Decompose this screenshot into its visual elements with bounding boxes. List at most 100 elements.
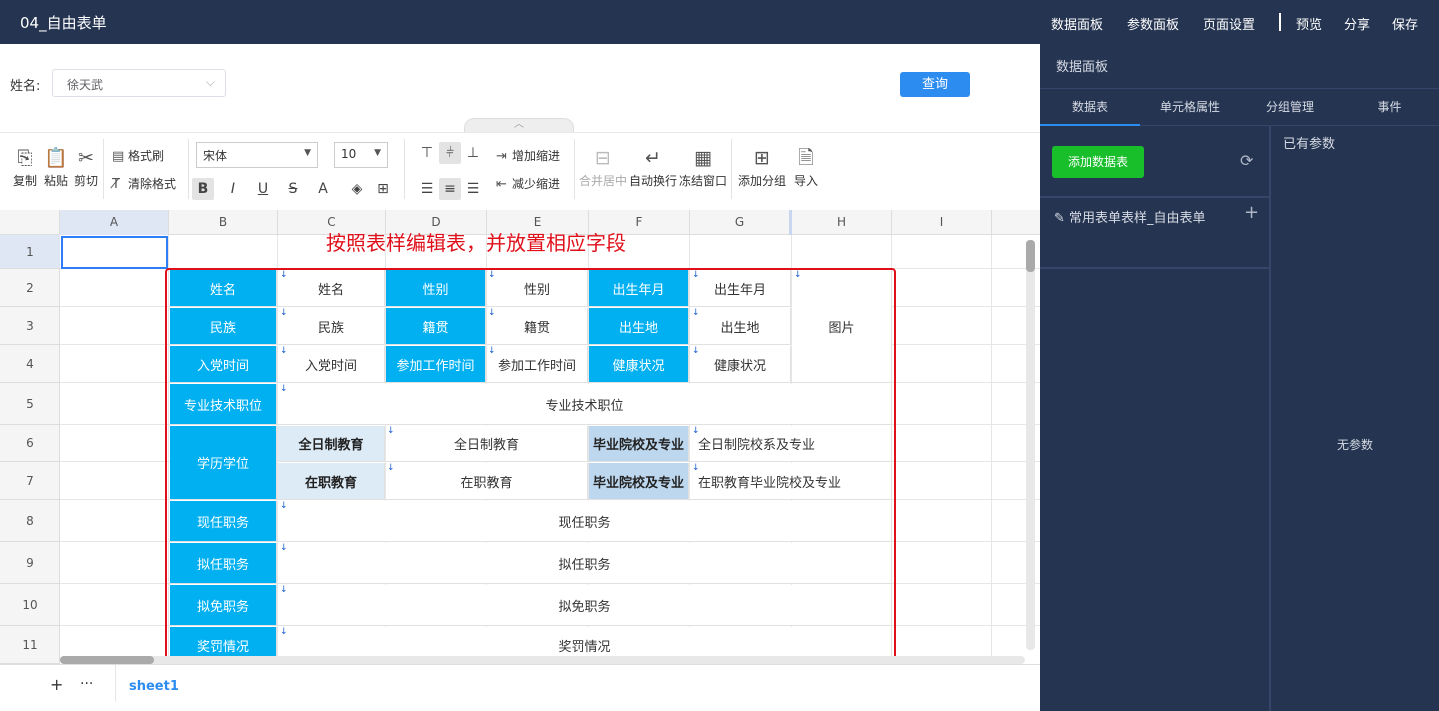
format-painter-button[interactable]: ▤ 格式刷 bbox=[112, 147, 164, 164]
merge-center-button[interactable]: ⊟ 合并居中 bbox=[578, 147, 628, 189]
copy-icon: ⎘ bbox=[17, 147, 33, 169]
chevron-down-icon: ⌵ bbox=[205, 75, 215, 89]
row-header-4[interactable]: 4 bbox=[0, 345, 60, 383]
column-header-i[interactable]: I bbox=[892, 210, 992, 235]
toolbar-divider bbox=[103, 139, 104, 199]
corner-cell[interactable] bbox=[0, 210, 60, 235]
tab-cell-properties[interactable]: 单元格属性 bbox=[1140, 89, 1240, 126]
clear-format-button[interactable]: T̸ 清除格式 bbox=[112, 175, 176, 192]
decrease-indent-label: 减少缩进 bbox=[512, 177, 561, 191]
paste-label: 粘贴 bbox=[43, 174, 68, 188]
plus-icon[interactable]: + bbox=[50, 675, 63, 694]
row-header-9[interactable]: 9 bbox=[0, 542, 60, 584]
menu-page-settings[interactable]: 页面设置 bbox=[1203, 14, 1255, 33]
menu-param-panel[interactable]: 参数面板 bbox=[1127, 14, 1179, 33]
font-color-icon[interactable]: A bbox=[312, 178, 334, 200]
panel-tabs: 数据表 单元格属性 分组管理 事件 bbox=[1040, 88, 1439, 126]
clear-format-icon: T̸ bbox=[112, 177, 120, 192]
border-icon[interactable]: ⊞ bbox=[372, 178, 394, 200]
vertical-scrollbar-track[interactable] bbox=[1026, 240, 1035, 650]
app-title: 04_自由表单 bbox=[20, 14, 107, 32]
share-button[interactable]: 分享 bbox=[1344, 14, 1370, 33]
strikethrough-icon[interactable]: S bbox=[282, 178, 304, 200]
increase-indent-button[interactable]: ⇥ 增加缩进 bbox=[496, 147, 560, 164]
active-cell-a1[interactable] bbox=[61, 236, 168, 269]
dropdown-arrow-icon: ▼ bbox=[304, 148, 311, 158]
clear-format-label: 清除格式 bbox=[128, 177, 177, 191]
sheet-tab-sheet1[interactable]: sheet1 bbox=[129, 679, 179, 694]
add-group-label: 添加分组 bbox=[737, 174, 786, 188]
cut-button[interactable]: ✂ 剪切 bbox=[71, 147, 101, 189]
sheet-tab-bar: + ··· sheet1 bbox=[0, 664, 1040, 711]
existing-params-title: 已有参数 bbox=[1283, 137, 1336, 152]
paste-icon: 📋 bbox=[44, 147, 68, 169]
row-header-3[interactable]: 3 bbox=[0, 307, 60, 345]
row-header-2[interactable]: 2 bbox=[0, 269, 60, 307]
horizontal-scrollbar-track[interactable] bbox=[60, 656, 1025, 664]
underline-icon[interactable]: U bbox=[252, 178, 274, 200]
no-params-text: 无参数 bbox=[1337, 438, 1374, 452]
dataset-item[interactable]: ✎ 常用表单表样_自由表单 bbox=[1054, 209, 1234, 229]
increase-indent-icon: ⇥ bbox=[496, 149, 507, 164]
row-header-7[interactable]: 7 bbox=[0, 462, 60, 500]
top-bar: 04_自由表单 数据面板 参数面板 页面设置 预览 分享 保存 bbox=[0, 0, 1439, 44]
column-header-h[interactable]: H bbox=[792, 210, 892, 235]
panel-column-divider bbox=[1269, 126, 1271, 711]
row-header-1[interactable]: 1 bbox=[0, 235, 60, 269]
refresh-icon[interactable]: ⟳ bbox=[1240, 151, 1253, 170]
row-header-10[interactable]: 10 bbox=[0, 584, 60, 626]
query-button[interactable]: 查询 bbox=[900, 72, 970, 97]
menu-data-panel[interactable]: 数据面板 bbox=[1051, 14, 1103, 33]
vertical-scrollbar-thumb[interactable] bbox=[1026, 240, 1035, 272]
column-header-g[interactable]: G bbox=[690, 210, 792, 235]
align-middle-icon[interactable]: ⫩ bbox=[439, 142, 461, 164]
fill-color-icon[interactable]: ◈ bbox=[346, 178, 368, 200]
font-family-select[interactable]: 宋体 ▼ bbox=[196, 142, 318, 168]
column-header-a[interactable]: A bbox=[60, 210, 169, 235]
bold-icon[interactable]: B bbox=[192, 178, 214, 200]
name-filter-select[interactable]: 徐天武 ⌵ bbox=[52, 69, 226, 97]
toolbar: ⎘ 复制 📋 粘贴 ✂ 剪切 ▤ 格式刷 T̸ 清除格式 宋体 ▼ 10 ▼ B I… bbox=[0, 132, 1040, 210]
preview-button[interactable]: 预览 bbox=[1296, 14, 1322, 33]
align-bottom-icon[interactable]: ⊥ bbox=[462, 142, 484, 164]
scissors-icon: ✂ bbox=[78, 147, 94, 169]
add-group-button[interactable]: ⊞ 添加分组 bbox=[736, 147, 788, 189]
font-family-value: 宋体 bbox=[203, 149, 228, 163]
plus-icon[interactable]: + bbox=[1244, 202, 1259, 223]
save-button[interactable]: 保存 bbox=[1392, 14, 1418, 33]
import-button[interactable]: 🗎 导入 bbox=[790, 147, 822, 189]
paint-roller-icon: ▤ bbox=[112, 149, 125, 164]
collapse-toolbar-handle[interactable]: ︿ bbox=[464, 118, 574, 132]
row-header-11[interactable]: 11 bbox=[0, 626, 60, 664]
italic-icon[interactable]: I bbox=[222, 178, 244, 200]
paste-button[interactable]: 📋 粘贴 bbox=[41, 147, 71, 189]
align-center-icon[interactable]: ≡ bbox=[439, 178, 461, 200]
freeze-window-button[interactable]: ▦ 冻结窗口 bbox=[678, 147, 728, 189]
toolbar-divider bbox=[404, 139, 405, 199]
align-top-icon[interactable]: ⊤ bbox=[416, 142, 438, 164]
row-header-8[interactable]: 8 bbox=[0, 500, 60, 542]
align-left-icon[interactable]: ☰ bbox=[416, 178, 438, 200]
tab-dataset[interactable]: 数据表 bbox=[1040, 89, 1140, 126]
auto-wrap-button[interactable]: ↵ 自动换行 bbox=[628, 147, 678, 189]
more-icon[interactable]: ··· bbox=[80, 676, 93, 692]
freeze-window-label: 冻结窗口 bbox=[678, 174, 727, 188]
toolbar-divider bbox=[188, 139, 189, 199]
add-dataset-button[interactable]: 添加数据表 bbox=[1052, 146, 1144, 178]
copy-button[interactable]: ⎘ 复制 bbox=[10, 147, 40, 189]
row-header-6[interactable]: 6 bbox=[0, 425, 60, 462]
tab-group-management[interactable]: 分组管理 bbox=[1240, 89, 1340, 126]
align-right-icon[interactable]: ☰ bbox=[462, 178, 484, 200]
tab-events[interactable]: 事件 bbox=[1340, 89, 1439, 126]
horizontal-scrollbar-thumb[interactable] bbox=[60, 656, 154, 664]
column-header-b[interactable]: B bbox=[169, 210, 278, 235]
name-filter-value: 徐天武 bbox=[67, 78, 104, 92]
list-divider bbox=[1040, 196, 1269, 198]
annotation-highlight-box bbox=[165, 268, 896, 670]
decrease-indent-button[interactable]: ⇤ 减少缩进 bbox=[496, 175, 560, 192]
import-icon: 🗎 bbox=[798, 147, 814, 169]
font-size-select[interactable]: 10 ▼ bbox=[334, 142, 388, 168]
auto-wrap-label: 自动换行 bbox=[628, 174, 677, 188]
row-header-5[interactable]: 5 bbox=[0, 383, 60, 425]
panel-title: 数据面板 bbox=[1056, 60, 1109, 75]
